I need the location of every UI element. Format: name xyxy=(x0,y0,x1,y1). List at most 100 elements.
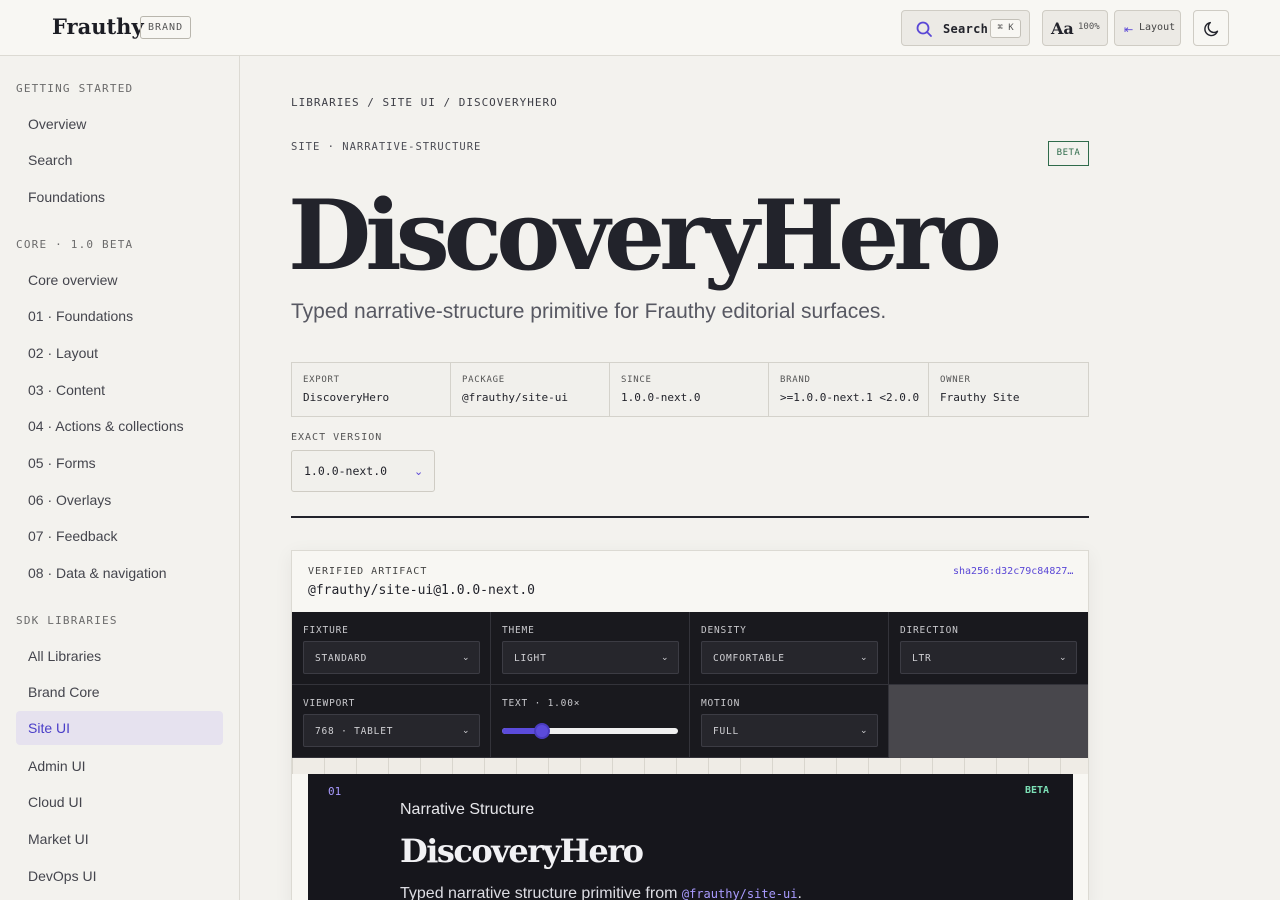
preview-eyebrow: Narrative Structure xyxy=(400,801,535,818)
density-label: DENSITY xyxy=(701,625,747,636)
density-control: DENSITY COMFORTABLE ⌄ xyxy=(690,612,889,685)
preview-title: DiscoveryHero xyxy=(400,832,644,870)
text-scale-control: TEXT · 1.00× xyxy=(491,685,690,758)
viewport-control: VIEWPORT 768 · TABLET ⌄ xyxy=(292,685,491,758)
direction-value: LTR xyxy=(912,653,932,664)
viewport-value: 768 · TABLET xyxy=(315,726,394,737)
sidebar-item-overlays[interactable]: 06 · Overlays xyxy=(16,483,223,517)
sidebar-item-market-ui[interactable]: Market UI xyxy=(16,822,223,856)
meta-key: PACKAGE xyxy=(462,375,505,385)
meta-value: @frauthy/site-ui xyxy=(462,391,568,404)
search-button[interactable]: Search ⌘ K xyxy=(901,10,1030,46)
sidebar-item-core-foundations[interactable]: 01 · Foundations xyxy=(16,299,223,333)
logo[interactable]: Frauthy xyxy=(52,14,144,39)
fixture-value: STANDARD xyxy=(315,653,368,664)
meta-key: BRAND xyxy=(780,375,811,385)
exact-version-value: 1.0.0-next.0 xyxy=(304,464,388,478)
text-scale-slider[interactable] xyxy=(502,723,678,739)
chevron-down-icon: ⌄ xyxy=(860,652,868,662)
sidebar-item-feedback[interactable]: 07 · Feedback xyxy=(16,519,223,553)
meta-key: OWNER xyxy=(940,375,971,385)
preview-subtitle-code: @frauthy/site-ui xyxy=(681,887,798,900)
viewport-label: VIEWPORT xyxy=(303,698,356,709)
sidebar-item-overview[interactable]: Overview xyxy=(16,107,223,141)
preview-subtitle-end: . xyxy=(797,885,802,900)
breadcrumb[interactable]: LIBRARIES / SITE UI / DISCOVERYHERO xyxy=(291,96,558,109)
sidebar: GETTING STARTED Overview Search Foundati… xyxy=(0,56,240,900)
text-scale-label: TEXT · 1.00× xyxy=(502,698,581,709)
sidebar-item-brand-core[interactable]: Brand Core xyxy=(16,675,223,709)
theme-select[interactable]: LIGHT ⌄ xyxy=(502,641,679,674)
chevron-down-icon: ⌄ xyxy=(462,725,470,735)
page-subtitle: Typed narrative-structure primitive for … xyxy=(291,300,887,323)
sidebar-section-title: GETTING STARTED xyxy=(16,82,134,95)
density-select[interactable]: COMFORTABLE ⌄ xyxy=(701,641,878,674)
exact-version-select[interactable]: 1.0.0-next.0 ⌄ xyxy=(291,450,435,492)
preview-controls: FIXTURE STANDARD ⌄ THEME LIGHT ⌄ DENSITY… xyxy=(292,612,1088,758)
density-value: COMFORTABLE xyxy=(713,653,785,664)
meta-owner: OWNER Frauthy Site xyxy=(929,363,1088,416)
verified-artifact-panel: VERIFIED ARTIFACT @frauthy/site-ui@1.0.0… xyxy=(291,550,1089,900)
chevron-down-icon: ⌄ xyxy=(860,725,868,735)
artifact-hash-link[interactable]: sha256:d32c79c84827… xyxy=(953,566,1073,577)
meta-since: SINCE 1.0.0-next.0 xyxy=(610,363,769,416)
exact-version-label: EXACT VERSION xyxy=(291,432,383,443)
meta-key: EXPORT xyxy=(303,375,340,385)
meta-export: EXPORT DiscoveryHero xyxy=(292,363,451,416)
type-scale-value: 100% xyxy=(1078,22,1100,32)
preview-number: 01 xyxy=(328,785,342,798)
meta-package: PACKAGE @frauthy/site-ui xyxy=(451,363,610,416)
sidebar-item-admin-ui[interactable]: Admin UI xyxy=(16,749,223,783)
sidebar-item-foundations[interactable]: Foundations xyxy=(16,180,223,214)
motion-label: MOTION xyxy=(701,698,741,709)
moon-icon xyxy=(1204,21,1219,37)
fixture-control: FIXTURE STANDARD ⌄ xyxy=(292,612,491,685)
collapse-left-icon: ⇤ xyxy=(1124,24,1134,36)
page-title: DiscoveryHero xyxy=(288,179,1002,292)
search-icon xyxy=(916,21,932,37)
viewport-ruler xyxy=(292,758,1088,774)
motion-control: MOTION FULL ⌄ xyxy=(690,685,889,758)
layout-label: Layout xyxy=(1139,22,1176,33)
theme-label: THEME xyxy=(502,625,535,636)
brand-badge[interactable]: BRAND xyxy=(140,16,192,39)
artifact-package: @frauthy/site-ui@1.0.0-next.0 xyxy=(308,583,535,598)
sidebar-item-all-libraries[interactable]: All Libraries xyxy=(16,639,223,673)
sidebar-item-data-navigation[interactable]: 08 · Data & navigation xyxy=(16,556,223,590)
page-eyebrow: SITE · NARRATIVE-STRUCTURE xyxy=(291,141,482,153)
sidebar-item-core-overview[interactable]: Core overview xyxy=(16,263,223,297)
chevron-down-icon: ⌄ xyxy=(1059,652,1067,662)
sidebar-item-content[interactable]: 03 · Content xyxy=(16,373,223,407)
theme-control: THEME LIGHT ⌄ xyxy=(491,612,690,685)
top-bar: Frauthy BRAND Search ⌘ K Aa 100% ⇤ Layou… xyxy=(0,0,1280,56)
meta-key: SINCE xyxy=(621,375,652,385)
search-label: Search xyxy=(943,22,989,36)
direction-select[interactable]: LTR ⌄ xyxy=(900,641,1077,674)
sidebar-item-devops-ui[interactable]: DevOps UI xyxy=(16,859,223,893)
sidebar-item-layout[interactable]: 02 · Layout xyxy=(16,336,223,370)
meta-table: EXPORT DiscoveryHero PACKAGE @frauthy/si… xyxy=(291,362,1089,417)
chevron-down-icon: ⌄ xyxy=(414,466,424,478)
preview-badge: BETA xyxy=(1025,785,1050,796)
component-preview: 01 BETA Narrative Structure DiscoveryHer… xyxy=(308,774,1073,900)
slider-thumb[interactable] xyxy=(534,723,551,739)
preview-subtitle-text: Typed narrative structure primitive from xyxy=(400,885,682,900)
theme-value: LIGHT xyxy=(514,653,547,664)
sidebar-item-forms[interactable]: 05 · Forms xyxy=(16,446,223,480)
motion-select[interactable]: FULL ⌄ xyxy=(701,714,878,747)
direction-control: DIRECTION LTR ⌄ xyxy=(889,612,1088,685)
direction-label: DIRECTION xyxy=(900,625,959,636)
sidebar-item-cloud-ui[interactable]: Cloud UI xyxy=(16,785,223,819)
preview-subtitle: Typed narrative structure primitive from… xyxy=(400,885,802,900)
sidebar-item-actions-collections[interactable]: 04 · Actions & collections xyxy=(16,409,223,443)
sidebar-item-search[interactable]: Search xyxy=(16,143,223,177)
fixture-select[interactable]: STANDARD ⌄ xyxy=(303,641,480,674)
sidebar-item-site-ui[interactable]: Site UI xyxy=(16,711,223,745)
meta-value: 1.0.0-next.0 xyxy=(621,391,701,404)
type-scale-button[interactable]: Aa 100% xyxy=(1042,10,1108,46)
viewport-select[interactable]: 768 · TABLET ⌄ xyxy=(303,714,480,747)
layout-button[interactable]: ⇤ Layout xyxy=(1114,10,1181,46)
chevron-down-icon: ⌄ xyxy=(462,652,470,662)
status-badge: BETA xyxy=(1048,141,1089,166)
theme-toggle-button[interactable] xyxy=(1193,10,1229,46)
